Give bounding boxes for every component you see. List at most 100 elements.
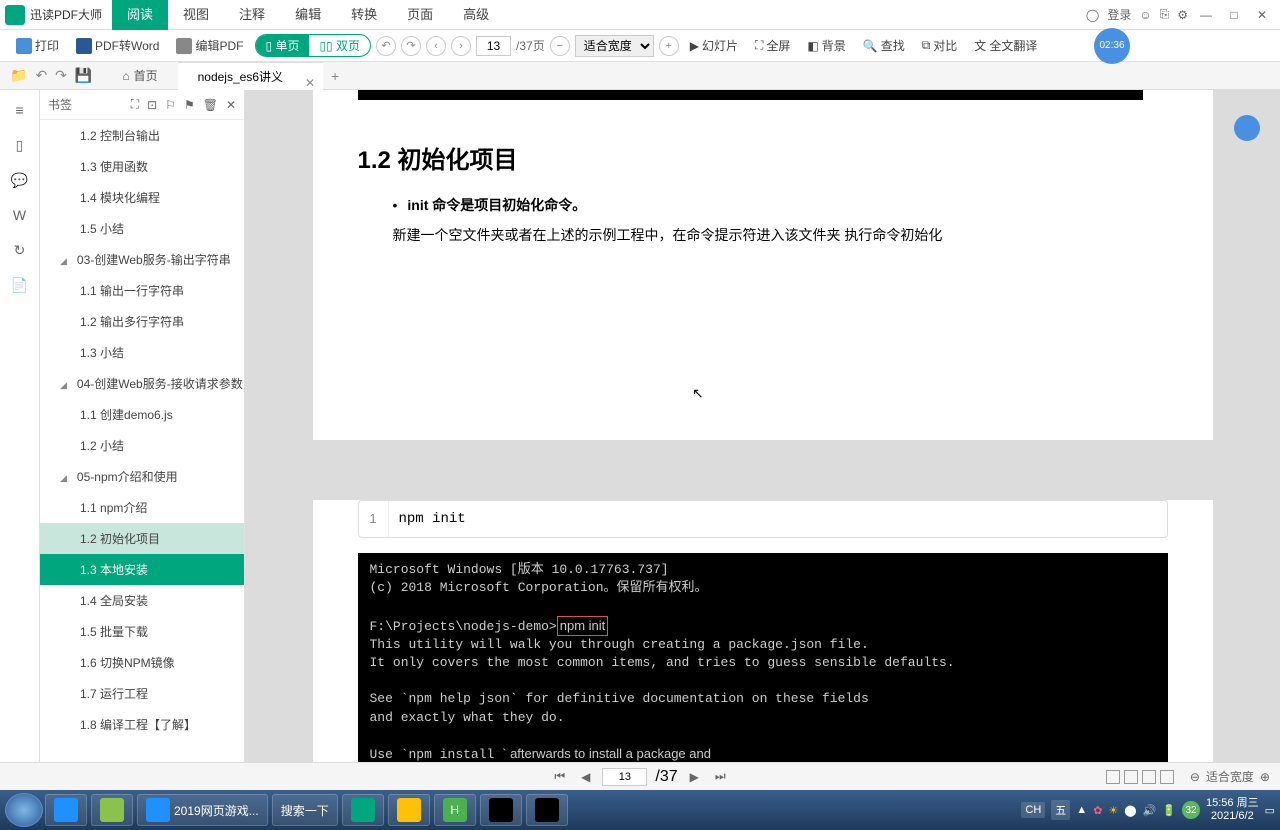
menu-page[interactable]: 页面 [392, 0, 448, 30]
word-export-icon[interactable]: W [10, 205, 30, 225]
zoom-in-bottom[interactable]: ⊕ [1260, 770, 1270, 784]
login-link[interactable]: 登录 [1107, 6, 1131, 23]
editpdf-button[interactable]: 编辑PDF [170, 34, 249, 57]
float-action-button[interactable] [1234, 115, 1260, 141]
settings-icon[interactable]: ⚙ [1177, 8, 1188, 22]
task-explorer[interactable] [388, 794, 430, 826]
next-page-button-bottom[interactable]: ▶ [686, 770, 703, 784]
tray-notification-icon[interactable]: ▭ [1265, 804, 1275, 817]
zoom-out-button[interactable]: − [550, 36, 570, 56]
bm-delete-icon[interactable]: 🗑 [203, 98, 218, 112]
user-icon[interactable]: ◯ [1086, 8, 1099, 22]
bookmark-item[interactable]: 1.7 运行工程 [40, 678, 244, 709]
bookmark-item[interactable]: 1.8 编译工程【了解】 [40, 709, 244, 740]
bookmark-item[interactable]: 1.3 使用函数 [40, 151, 244, 182]
home-tab[interactable]: ⌂ 首页 [102, 67, 177, 84]
bm-expand-icon[interactable]: ⛶ [131, 97, 139, 112]
file-tab[interactable]: nodejs_es6讲义 ✕ [178, 62, 323, 90]
menu-read[interactable]: 阅读 [112, 0, 168, 30]
menu-advanced[interactable]: 高级 [448, 0, 504, 30]
close-button[interactable]: ✕ [1252, 5, 1272, 25]
chat-icon[interactable]: ☺ [1139, 8, 1151, 22]
slideshow-button[interactable]: ▶ 幻灯片 [684, 34, 744, 57]
bm-collapse-icon[interactable]: ⊡ [147, 98, 157, 112]
sync-icon[interactable]: ↻ [10, 240, 30, 260]
menu-view[interactable]: 视图 [168, 0, 224, 30]
tray-icon-2[interactable]: ✿ [1093, 804, 1102, 817]
compare-button[interactable]: ⧉ 对比 [916, 34, 964, 57]
timer-badge[interactable]: 02:36 [1094, 28, 1130, 64]
outline-icon[interactable]: ≡ [10, 100, 30, 120]
pages-icon[interactable]: ▯ [10, 135, 30, 155]
view-continuous-icon[interactable] [1160, 770, 1174, 784]
maximize-button[interactable]: □ [1224, 5, 1244, 25]
bookmark-item[interactable]: 1.3 本地安装 [40, 554, 244, 585]
ime-indicator[interactable]: 五 [1051, 800, 1070, 820]
tab-add-button[interactable]: + [323, 68, 347, 84]
bookmark-item[interactable]: 1.2 输出多行字符串 [40, 306, 244, 337]
gift-icon[interactable]: ⎘ [1160, 7, 1170, 22]
bookmark-item[interactable]: 1.1 创建demo6.js [40, 399, 244, 430]
zoom-in-button[interactable]: + [659, 36, 679, 56]
page-input-bottom[interactable] [602, 768, 647, 786]
zoom-select[interactable]: 适合宽度 [575, 35, 654, 57]
fullscreen-button[interactable]: ⛶ 全屏 [749, 34, 796, 57]
tray-icon-3[interactable]: ☀ [1108, 804, 1118, 817]
bookmark-item[interactable]: 03-创建Web服务-输出字符串 [40, 244, 244, 275]
minimize-button[interactable]: — [1196, 5, 1216, 25]
task-hbuilder[interactable]: H [434, 794, 476, 826]
next-page-button[interactable]: › [451, 36, 471, 56]
find-button[interactable]: 🔍 查找 [857, 34, 911, 57]
translate-button[interactable]: 文 全文翻译 [968, 34, 1043, 57]
bookmark-item[interactable]: 1.5 小结 [40, 213, 244, 244]
task-browser[interactable]: 2019网页游戏... [137, 794, 268, 826]
bm-bookmark-icon[interactable]: ⚑ [184, 98, 195, 112]
task-cmd2[interactable] [526, 794, 568, 826]
zoom-out-bottom[interactable]: ⊖ [1190, 770, 1200, 784]
redo-button[interactable]: ↷ [401, 36, 421, 56]
double-page-button[interactable]: ▯▯ 双页 [309, 35, 370, 56]
pdf2word-button[interactable]: PDF转Word [70, 34, 165, 57]
task-search[interactable]: 搜索一下 [272, 794, 338, 826]
bookmark-item[interactable]: 04-创建Web服务-接收请求参数 [40, 368, 244, 399]
forward-icon[interactable]: ↷ [55, 67, 67, 84]
bookmark-item[interactable]: 1.4 全局安装 [40, 585, 244, 616]
doc-icon[interactable]: 📄 [10, 275, 30, 295]
bookmark-item[interactable]: 1.2 小结 [40, 430, 244, 461]
lang-indicator[interactable]: CH [1021, 802, 1045, 818]
last-page-button[interactable]: ⏭ [711, 769, 730, 784]
task-cmd1[interactable] [480, 794, 522, 826]
document-view[interactable]: 1.2 初始化项目 init 命令是项目初始化命令。 新建一个空文件夹或者在上述… [245, 90, 1280, 762]
bookmark-item[interactable]: 1.4 模块化编程 [40, 182, 244, 213]
menu-annotate[interactable]: 注释 [224, 0, 280, 30]
tray-icon-1[interactable]: ▲ [1076, 804, 1087, 816]
task-ie[interactable] [45, 794, 87, 826]
bookmark-item[interactable]: 1.5 批量下载 [40, 616, 244, 647]
menu-convert[interactable]: 转换 [336, 0, 392, 30]
comments-icon[interactable]: 💬 [10, 170, 30, 190]
start-button[interactable] [5, 793, 43, 827]
first-page-button[interactable]: ⏮ [550, 769, 569, 784]
back-icon[interactable]: ↶ [35, 67, 47, 84]
bookmark-item[interactable]: 1.1 输出一行字符串 [40, 275, 244, 306]
task-pdf[interactable] [342, 794, 384, 826]
tray-icon-6[interactable]: 🔋 [1162, 804, 1176, 817]
page-number-input[interactable] [476, 36, 511, 56]
prev-page-button-bottom[interactable]: ◀ [577, 770, 594, 784]
tray-clock[interactable]: 15:56 周三 2021/6/2 [1206, 797, 1259, 823]
bookmark-item[interactable]: 05-npm介绍和使用 [40, 461, 244, 492]
view-double-icon[interactable] [1124, 770, 1138, 784]
save-icon[interactable]: 💾 [75, 67, 92, 84]
task-app1[interactable] [91, 794, 133, 826]
prev-page-button[interactable]: ‹ [426, 36, 446, 56]
print-button[interactable]: 打印 [10, 34, 65, 57]
menu-edit[interactable]: 编辑 [280, 0, 336, 30]
tray-icon-5[interactable]: 🔊 [1143, 804, 1157, 817]
bm-add-icon[interactable]: ⚐ [165, 98, 176, 112]
bookmark-item[interactable]: 1.3 小结 [40, 337, 244, 368]
undo-button[interactable]: ↶ [376, 36, 396, 56]
view-book-icon[interactable] [1142, 770, 1156, 784]
bm-close-icon[interactable]: ✕ [226, 98, 236, 112]
bookmark-item[interactable]: 1.2 控制台输出 [40, 120, 244, 151]
single-page-button[interactable]: ▯ 单页 [256, 35, 310, 56]
